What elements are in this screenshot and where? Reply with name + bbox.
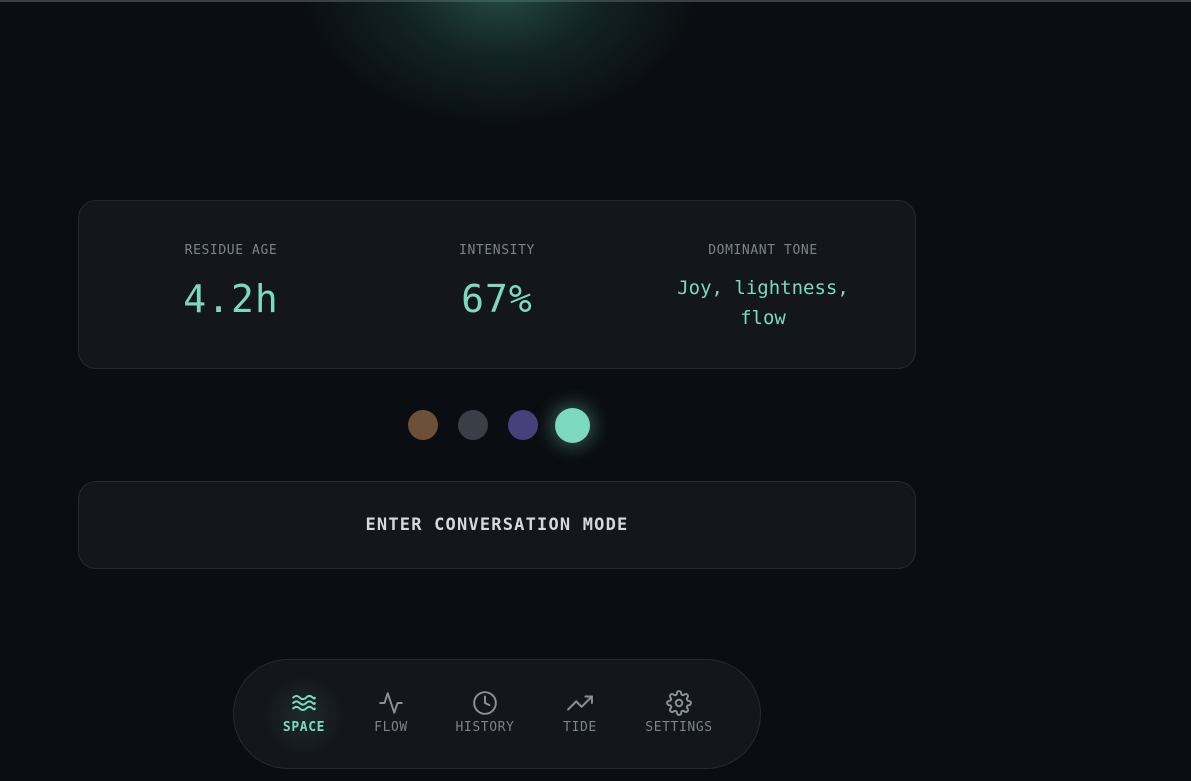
bottom-nav: SPACE FLOW HISTORY TIDE SETTINGS	[233, 659, 761, 769]
tone-swatch-purple[interactable]	[508, 410, 538, 440]
tone-swatch-gray[interactable]	[458, 410, 488, 440]
ambient-glow	[295, 0, 705, 130]
tone-swatch-teal[interactable]	[555, 408, 590, 443]
stat-value: Joy, lightness, flow	[677, 277, 849, 329]
nav-label: HISTORY	[455, 720, 515, 735]
stat-label: RESIDUE AGE	[184, 243, 278, 258]
top-border	[0, 0, 1191, 2]
gear-icon	[666, 690, 692, 716]
nav-item-settings[interactable]: SETTINGS	[639, 660, 719, 768]
waves-icon	[292, 694, 316, 712]
clock-icon	[473, 691, 497, 715]
trending-up-icon	[567, 695, 593, 711]
stat-label: INTENSITY	[459, 243, 535, 258]
nav-label: SETTINGS	[645, 720, 713, 735]
nav-item-flow[interactable]: FLOW	[361, 660, 421, 768]
activity-icon	[379, 692, 403, 714]
stat-value: 67%	[461, 277, 533, 321]
nav-item-tide[interactable]: TIDE	[550, 660, 610, 768]
nav-label: SPACE	[282, 720, 326, 735]
nav-item-space[interactable]: SPACE	[274, 660, 334, 768]
enter-conversation-button[interactable]: ENTER CONVERSATION MODE	[78, 481, 916, 569]
nav-label: FLOW	[374, 720, 408, 735]
app-screen: RESIDUE AGE 4.2h INTENSITY 67% DOMINANT …	[0, 0, 1191, 781]
nav-item-history[interactable]: HISTORY	[449, 660, 521, 768]
nav-label: TIDE	[563, 720, 597, 735]
stat-label: DOMINANT TONE	[708, 243, 818, 258]
stats-card: RESIDUE AGE 4.2h INTENSITY 67% DOMINANT …	[78, 200, 916, 369]
tone-swatch-brown[interactable]	[408, 410, 438, 440]
enter-conversation-label: ENTER CONVERSATION MODE	[365, 515, 629, 535]
stat-value: 4.2h	[183, 277, 279, 321]
